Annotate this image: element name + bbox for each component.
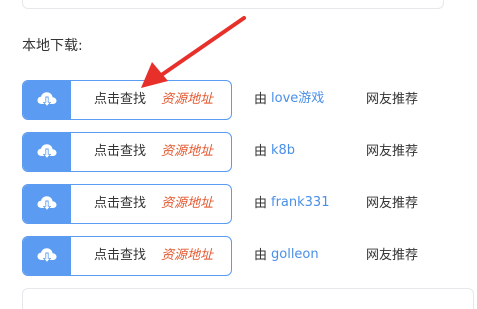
download-action-text: 点击查找 (94, 196, 147, 211)
cloud-download-icon (37, 196, 57, 212)
resource-link-text: 资源地址 (161, 144, 214, 159)
by-label: 由 (254, 196, 268, 211)
download-icon-box (23, 237, 71, 275)
download-action-text: 点击查找 (94, 144, 147, 159)
provider-link[interactable]: k8b (271, 142, 295, 160)
download-button[interactable]: 点击查找 资源地址 (22, 236, 232, 276)
download-button[interactable]: 点击查找 资源地址 (22, 80, 232, 120)
resource-link-text: 资源地址 (161, 196, 214, 211)
download-row: 点击查找 资源地址 由 k8b 网友推荐 (22, 132, 462, 172)
download-icon-box (23, 185, 71, 223)
cloud-download-icon (37, 144, 57, 160)
resource-link-text: 资源地址 (161, 248, 214, 263)
provider-link[interactable]: love游戏 (271, 90, 324, 108)
download-row: 点击查找 资源地址 由 frank331 网友推荐 (22, 184, 462, 224)
download-button[interactable]: 点击查找 资源地址 (22, 132, 232, 172)
provider-link[interactable]: golleon (271, 246, 319, 264)
recommend-label: 网友推荐 (366, 92, 419, 107)
recommend-label: 网友推荐 (366, 144, 419, 159)
resource-link-text: 资源地址 (161, 92, 214, 107)
by-label: 由 (254, 144, 268, 159)
by-label: 由 (254, 92, 268, 107)
download-row: 点击查找 资源地址 由 golleon 网友推荐 (22, 236, 462, 276)
cloud-download-icon (37, 248, 57, 264)
download-row: 点击查找 资源地址 由 love游戏 网友推荐 (22, 80, 462, 120)
download-icon-box (23, 81, 71, 119)
by-label: 由 (254, 248, 268, 263)
download-icon-box (23, 133, 71, 171)
bottom-card (22, 288, 474, 309)
provider-link[interactable]: frank331 (271, 194, 329, 212)
top-card (22, 0, 444, 9)
section-title: 本地下载: (22, 38, 83, 54)
cloud-download-icon (37, 92, 57, 108)
download-action-text: 点击查找 (94, 248, 147, 263)
recommend-label: 网友推荐 (366, 248, 419, 263)
download-action-text: 点击查找 (94, 92, 147, 107)
download-button[interactable]: 点击查找 资源地址 (22, 184, 232, 224)
recommend-label: 网友推荐 (366, 196, 419, 211)
